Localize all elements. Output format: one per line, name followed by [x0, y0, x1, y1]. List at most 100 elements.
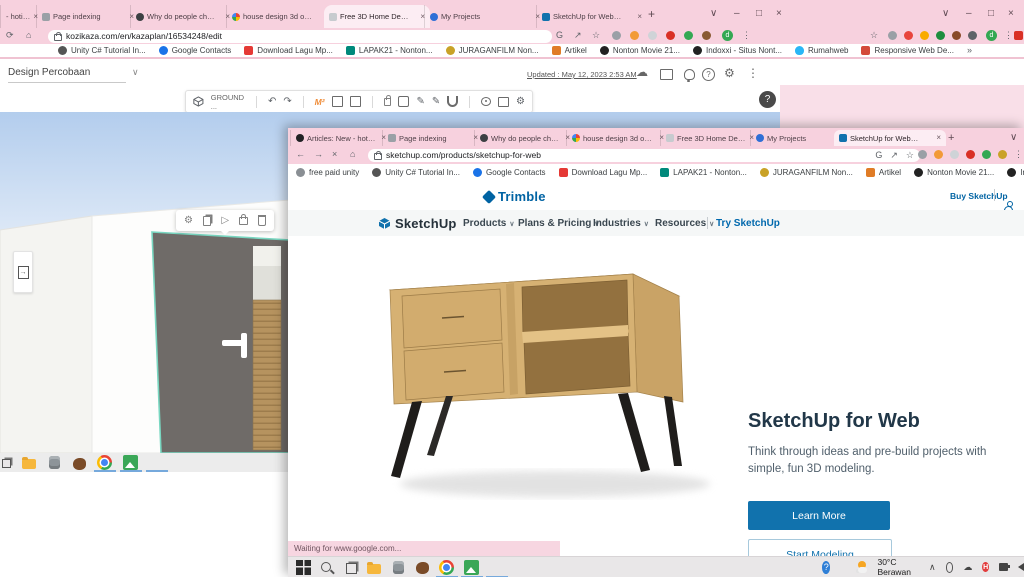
tab-search-icon[interactable]: ∨ [710, 8, 717, 19]
bookmark[interactable]: JURAGANFILM Non... [760, 168, 853, 177]
close-button[interactable]: × [776, 8, 782, 19]
speaker-icon[interactable] [1018, 563, 1024, 571]
extension-icon[interactable] [702, 31, 711, 40]
image-editor-icon[interactable] [123, 455, 138, 470]
tray-chevron-icon[interactable]: ∧ [929, 562, 936, 572]
updated-timestamp[interactable]: Updated : May 12, 2023 2:53 AM [527, 70, 637, 79]
share-icon[interactable]: ↗ [574, 31, 582, 40]
floor-cube-icon[interactable] [193, 95, 204, 108]
weather-text[interactable]: 30°C Berawan [877, 557, 913, 577]
new-tab-button[interactable]: + [948, 132, 954, 144]
save-doc-icon[interactable] [332, 96, 343, 107]
onedrive-icon[interactable]: ☁ [963, 562, 972, 572]
bookmark-star-icon[interactable]: ☆ [906, 151, 914, 160]
bookmark[interactable]: Indoxxi - Situs Nont... [693, 46, 782, 55]
extension-icon[interactable] [934, 150, 943, 159]
nav-resources[interactable]: Resources∨ [655, 218, 714, 229]
forward-icon[interactable]: → [314, 150, 323, 159]
home-icon[interactable]: ⌂ [350, 150, 355, 159]
menu-kebab-icon[interactable]: ⋮ [1014, 150, 1023, 159]
database-app-icon[interactable] [49, 456, 60, 469]
backmost-profile-avatar[interactable]: d [986, 30, 997, 41]
gear-icon[interactable]: ⚙ [724, 67, 735, 79]
lock-object-icon[interactable] [239, 217, 247, 225]
floor-selector[interactable]: GROUND ... [211, 93, 245, 111]
bookmarks-overflow-icon[interactable]: » [967, 46, 972, 55]
cloud-sync-icon[interactable]: ☁ [636, 66, 648, 78]
duplicate-icon[interactable] [203, 216, 211, 226]
bookmark[interactable]: LAPAK21 - Nonton... [660, 168, 747, 177]
extension-icon[interactable] [936, 31, 945, 40]
catalog-icon[interactable] [350, 96, 361, 107]
bookmark[interactable]: Google Contacts [159, 46, 232, 55]
fg-tab-sketchup-active[interactable]: SketchUp for Web | ... × [834, 130, 946, 146]
fg-tab-articles[interactable]: Articles: New - hotin... × [290, 130, 391, 146]
nav-products[interactable]: Products∨ [463, 218, 514, 229]
extension-icon[interactable] [982, 150, 991, 159]
extension-icon[interactable] [966, 150, 975, 159]
fg-tab-free-3d-home[interactable]: Free 3D Home Desig... × [660, 130, 759, 146]
backmost-chevron-icon[interactable]: ∨ [942, 8, 949, 19]
sketchup-logo[interactable]: SketchUp [378, 216, 457, 231]
database-app-icon[interactable] [393, 561, 404, 574]
fg-tab-page-indexing[interactable]: Page indexing × [382, 130, 483, 146]
help-tray-icon[interactable]: ? [822, 561, 830, 574]
send-icon[interactable]: ▷ [221, 216, 229, 226]
bookmark[interactable]: Responsive Web De... [861, 46, 953, 55]
backmost-kebab-icon[interactable]: ⋮ [1004, 31, 1013, 40]
extension-icon[interactable] [612, 31, 621, 40]
stop-loading-icon[interactable]: × [332, 150, 337, 159]
backmost-close-button[interactable]: × [1008, 8, 1014, 19]
kebab-icon[interactable]: ⋮ [747, 67, 759, 79]
settings-gear-icon[interactable]: ⚙ [516, 97, 525, 107]
extension-icon[interactable] [666, 31, 675, 40]
bg-tab-my-projects[interactable]: My Projects × [424, 5, 545, 28]
account-icon[interactable] [1004, 201, 1013, 210]
pinned-icon[interactable] [1014, 31, 1023, 40]
undo-icon[interactable]: ↶ [268, 97, 276, 107]
red-h-tray-icon[interactable]: H [982, 562, 988, 572]
chrome-icon[interactable] [97, 455, 112, 470]
bookmark[interactable]: LAPAK21 - Nonton... [346, 46, 433, 55]
bookmark[interactable]: Indoxxi - Situs Nont... [1007, 168, 1024, 177]
google-g-icon[interactable]: G [875, 151, 882, 160]
maximize-button[interactable]: □ [756, 8, 762, 19]
close-tab-icon[interactable]: × [637, 13, 642, 21]
monitor-icon[interactable] [660, 69, 673, 80]
fg-tab-house-design[interactable]: house design 3d onli... × [566, 130, 669, 146]
magnet-icon[interactable] [447, 96, 458, 107]
fg-tab-why[interactable]: Why do people choo... × [474, 130, 575, 146]
bookmark[interactable]: Artikel [866, 168, 901, 177]
extension-icon[interactable] [952, 31, 961, 40]
extension-icon[interactable] [920, 31, 929, 40]
image-editor-icon[interactable] [464, 560, 479, 575]
pen-icon[interactable]: ✎ [432, 97, 440, 107]
nav-industries[interactable]: Industries∨ [593, 218, 649, 229]
home-icon[interactable]: ⌂ [26, 31, 31, 40]
catalog-panel-toggle[interactable]: → [13, 251, 33, 293]
learn-more-button[interactable]: Learn More [748, 501, 890, 530]
cabinet-3d-model[interactable] [330, 244, 750, 504]
backmost-minimize-button[interactable]: – [966, 8, 972, 19]
menu-kebab-icon[interactable]: ⋮ [742, 31, 751, 40]
backmost-maximize-button[interactable]: □ [988, 8, 994, 19]
bookmark[interactable]: Nonton Movie 21... [600, 46, 680, 55]
extension-icon[interactable] [630, 31, 639, 40]
object-settings-icon[interactable]: ⚙ [184, 216, 193, 226]
bg-address-bar[interactable]: kozikaza.com/en/kazaplan/16534248/edit [48, 30, 552, 43]
extension-icon[interactable] [918, 150, 927, 159]
extension-icon[interactable] [904, 31, 913, 40]
chrome-icon[interactable] [439, 560, 454, 575]
extension-icon[interactable] [968, 31, 977, 40]
task-view-icon[interactable] [2, 459, 11, 468]
sync-tray-icon[interactable] [946, 562, 954, 573]
bookmark[interactable]: Rumahweb [795, 46, 848, 55]
tab-search-icon[interactable]: ∨ [1010, 132, 1017, 143]
horse-app-icon[interactable] [73, 458, 86, 470]
minimize-button[interactable]: – [734, 8, 740, 19]
extension-icon[interactable] [888, 31, 897, 40]
bookmark[interactable]: Nonton Movie 21... [914, 168, 994, 177]
layers-icon[interactable] [398, 96, 409, 107]
extension-icon[interactable] [998, 150, 1007, 159]
new-tab-button[interactable]: + [648, 7, 655, 21]
